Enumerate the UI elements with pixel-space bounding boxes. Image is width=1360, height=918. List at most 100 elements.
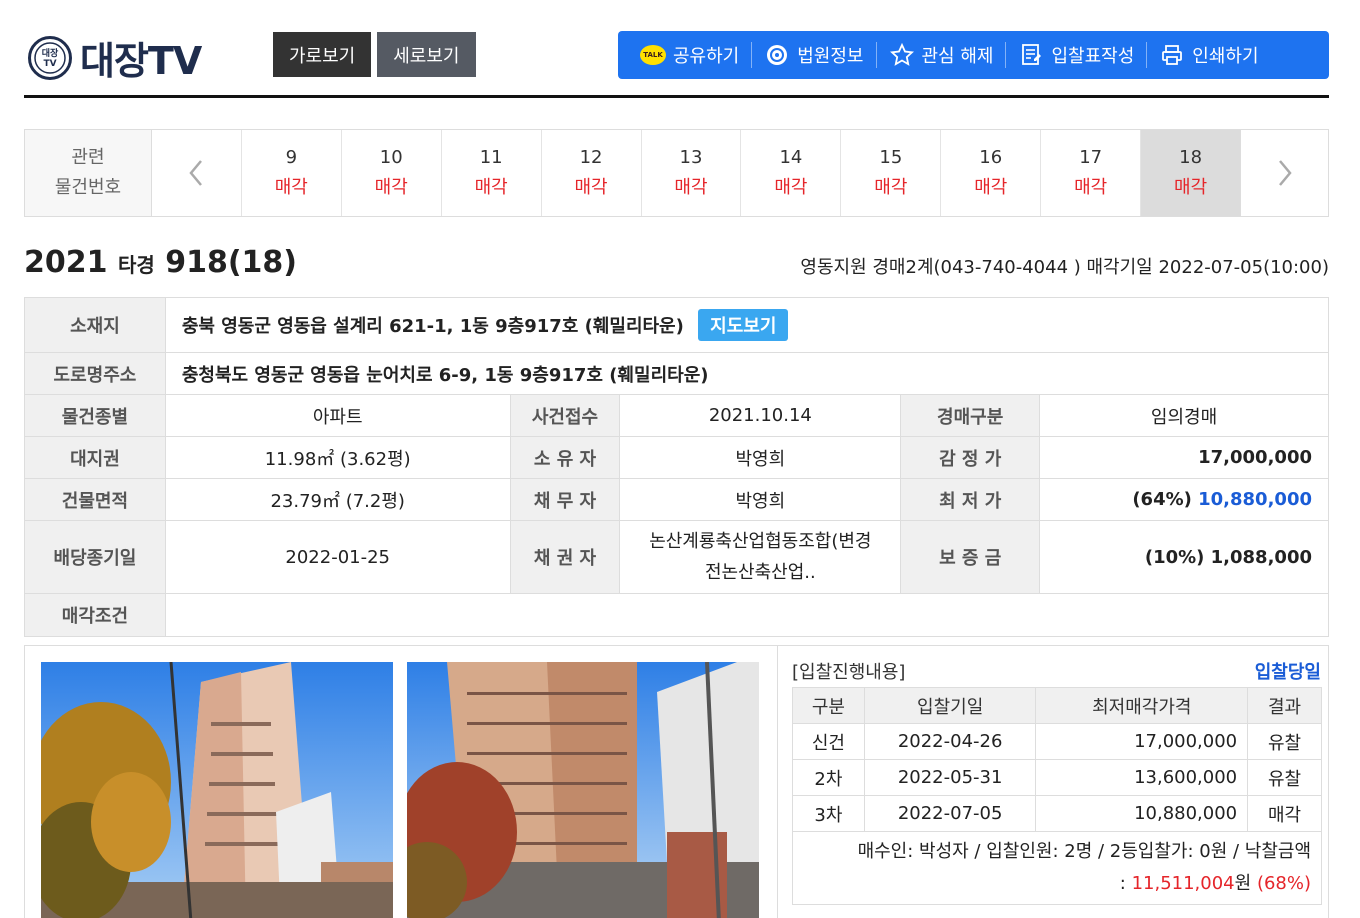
winning-bid-note: 매수인: 박성자 / 입찰인원: 2명 / 2등입찰가: 0원 / 낙찰금액 :… [792,831,1322,905]
unwatch-button[interactable]: 관심 해제 [877,42,1007,68]
winning-bid-amount: 11,511,004 [1131,873,1235,894]
debtor-label: 채 무 자 [509,478,621,521]
court-info-button[interactable]: 법원정보 [752,42,877,68]
related-item[interactable]: 16 매각 [940,130,1040,216]
related-label-line2: 물건번호 [54,177,122,198]
auction-type-value: 임의경매 [1039,394,1329,437]
location-row: 소재지 충북 영동군 영동읍 설계리 621-1, 1동 9층917호 (훼밀리… [24,297,1330,353]
column-header: 구분 [792,687,865,724]
related-item-status: 매각 [574,177,608,198]
bid-form-label: 입찰표작성 [1051,46,1135,67]
related-item[interactable]: 15 매각 [840,130,940,216]
property-photo[interactable] [407,662,759,918]
bid-result-sold: 매각 [1247,795,1322,832]
related-item-active[interactable]: 18 매각 [1140,130,1241,216]
logo-text: 대장TV [80,39,202,83]
related-item[interactable]: 11 매각 [440,130,541,216]
info-row: 물건종별 아파트 사건접수 2021.10.14 경매구분 임의경매 [24,394,1329,437]
bid-round: 3차 [792,795,865,832]
land-right-label: 대지권 [24,436,166,479]
amount-unit: 원 [1234,873,1252,894]
court-icon [764,44,790,66]
related-item[interactable]: 9 매각 [240,130,341,216]
road-address-value: 충청북도 영동군 영동읍 눈어치로 6-9, 1동 9층917호 (훼밀리타운) [164,352,1330,395]
related-item-number: 10 [379,147,403,168]
minimum-price-cell: (64%) 10,880,000 [1039,478,1329,521]
site-header: 대장 TV 대장TV 가로보기 세로보기 TALK 공유하기 법원정보 관심 해제 [24,24,1329,98]
table-row: 3차 2022-07-05 10,880,000 매각 [792,795,1322,832]
related-item-status: 매각 [674,177,708,198]
related-item-status: 매각 [374,177,408,198]
related-item[interactable]: 13 매각 [640,130,741,216]
related-item[interactable]: 14 매각 [740,130,840,216]
share-button[interactable]: TALK 공유하기 [628,42,753,68]
deposit-value: (10%) 1,088,000 [1039,520,1329,594]
creditor-value: 논산계룡축산업협동조합(변경 전논산축산업.. [619,520,902,594]
court-info-label: 법원정보 [797,46,864,67]
chevron-right-icon[interactable] [1240,130,1328,216]
logo[interactable]: 대장 TV 대장TV [28,30,202,85]
chevron-left-icon[interactable] [152,130,241,216]
appraisal-value: 17,000,000 [1039,436,1329,479]
print-button[interactable]: 인쇄하기 [1147,42,1270,68]
road-address-row: 도로명주소 충청북도 영동군 영동읍 눈어치로 6-9, 1동 9층917호 (… [24,352,1330,395]
bottom-section: [입찰진행내용] 입찰당일 구분 입찰기일 최저매각가격 결과 신건 2022-… [24,645,1329,918]
map-view-button[interactable]: 지도보기 [698,309,789,341]
related-item-status: 매각 [274,177,308,198]
related-item-status: 매각 [774,177,808,198]
related-item[interactable]: 10 매각 [340,130,441,216]
auction-type-label: 경매구분 [900,394,1041,437]
bid-form-button[interactable]: 입찰표작성 [1006,42,1148,68]
bid-date: 2022-05-31 [863,759,1037,796]
case-number: 918(18) [165,245,298,280]
minimum-price-value: 10,880,000 [1198,489,1312,510]
bid-round: 신건 [792,723,865,760]
info-row: 건물면적 23.79㎡ (7.2평) 채 무 자 박영희 최 저 가 (64%)… [24,478,1329,521]
bid-result: 유찰 [1247,723,1322,760]
claim-deadline-value: 2022-01-25 [164,520,511,594]
bid-round: 2차 [792,759,865,796]
related-label-line1: 관련 [71,147,105,168]
claim-deadline-label: 배당종기일 [24,520,166,594]
related-item-status: 매각 [474,177,508,198]
bid-history-title: [입찰진행내용] [792,662,906,683]
bid-history-table: 구분 입찰기일 최저매각가격 결과 신건 2022-04-26 17,000,0… [792,687,1322,905]
related-item-number: 13 [679,147,703,168]
appraisal-label: 감 정 가 [900,436,1041,479]
column-header: 결과 [1247,687,1322,724]
minimum-price-rate: (64%) [1132,489,1199,510]
related-item-status: 매각 [1074,177,1108,198]
related-item-number: 15 [879,147,903,168]
table-row: 2차 2022-05-31 13,600,000 유찰 [792,759,1322,796]
column-header: 입찰기일 [863,687,1037,724]
bid-date: 2022-04-26 [863,723,1037,760]
svg-text:TV: TV [43,59,56,69]
case-type: 타경 [117,253,155,277]
building-area-value: 23.79㎡ (7.2평) [164,478,511,521]
bid-history-panel: [입찰진행내용] 입찰당일 구분 입찰기일 최저매각가격 결과 신건 2022-… [777,646,1329,918]
toolbar: TALK 공유하기 법원정보 관심 해제 입찰표작성 인쇄하기 [618,31,1329,79]
tab-vertical-view[interactable]: 세로보기 [377,32,476,77]
creditor-label: 채 권 자 [509,520,621,594]
building-area-label: 건물면적 [24,478,166,521]
property-photo[interactable] [41,662,393,918]
tab-horizontal-view[interactable]: 가로보기 [273,32,372,77]
bid-day-link[interactable]: 입찰당일 [1255,658,1321,684]
bid-price: 13,600,000 [1035,759,1249,796]
related-item[interactable]: 12 매각 [540,130,641,216]
debtor-value: 박영희 [619,478,902,521]
bid-price: 17,000,000 [1035,723,1249,760]
share-label: 공유하기 [673,46,740,67]
related-item-number: 17 [1079,147,1103,168]
view-tabs: 가로보기 세로보기 [273,32,476,77]
sale-condition-label: 매각조건 [24,593,166,637]
property-info-table: 소재지 충북 영동군 영동읍 설계리 621-1, 1동 9층917호 (훼밀리… [24,297,1330,637]
related-item-number: 11 [479,147,503,168]
road-address-label: 도로명주소 [24,352,166,395]
related-item[interactable]: 17 매각 [1040,130,1140,216]
winning-bid-row: 매수인: 박성자 / 입찰인원: 2명 / 2등입찰가: 0원 / 낙찰금액 :… [792,831,1322,905]
land-right-value: 11.98㎡ (3.62평) [164,436,511,479]
creditor-line2: 전논산축산업.. [704,562,816,583]
location-value: 충북 영동군 영동읍 설계리 621-1, 1동 9층917호 (훼밀리타운) [181,316,684,337]
related-items-strip: 관련 물건번호 9 매각 10 매각 11 매각 12 매각 13 매각 14 매각 15 매… [24,129,1329,217]
